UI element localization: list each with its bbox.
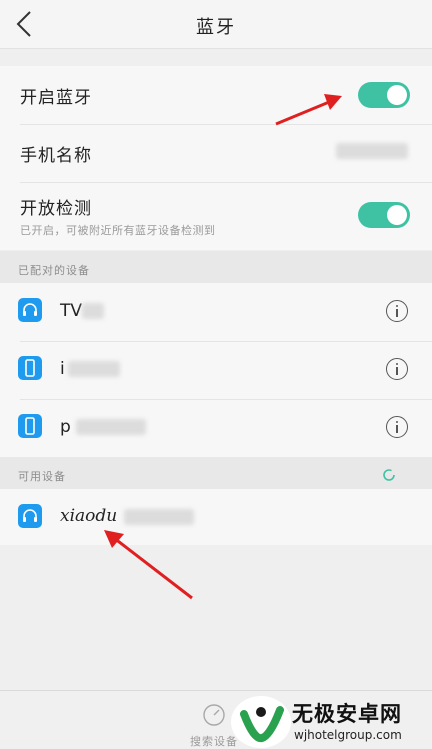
device-name-redacted (124, 509, 194, 525)
device-name: xiaodu (60, 506, 118, 526)
list-item[interactable]: i (0, 341, 432, 399)
open-detect-switch[interactable] (358, 202, 410, 228)
info-icon[interactable] (386, 300, 408, 322)
scanning-spinner-icon (383, 469, 395, 481)
headphones-icon (18, 504, 42, 528)
watermark-brand: 无极安卓网 (292, 702, 402, 726)
open-detect-label: 开放检测 (20, 199, 92, 219)
page-title: 蓝牙 (196, 17, 236, 38)
device-name-redacted (76, 419, 146, 435)
device-name: i (60, 359, 65, 379)
bluetooth-switch[interactable] (358, 82, 410, 108)
settings-section: 开启蓝牙 手机名称 开放检测 已开启，可被附近所有蓝牙设备检测到 (0, 66, 432, 250)
switch-knob (387, 85, 407, 105)
top-bar: 蓝牙 (0, 0, 432, 49)
phone-icon (18, 356, 42, 380)
paired-devices-header: 已配对的设备 (0, 251, 432, 287)
device-name: p (60, 417, 71, 437)
watermark-logo-icon (231, 696, 291, 748)
list-item[interactable]: p (0, 399, 432, 457)
bluetooth-label: 开启蓝牙 (20, 88, 92, 108)
bluetooth-toggle-row[interactable]: 开启蓝牙 (0, 66, 432, 124)
search-devices-icon[interactable] (202, 703, 226, 727)
open-detect-row[interactable]: 开放检测 已开启，可被附近所有蓝牙设备检测到 (0, 182, 432, 250)
device-name-redacted (68, 361, 120, 377)
available-devices-title: 可用设备 (18, 470, 66, 483)
watermark-url: wjhotelgroup.com (294, 728, 402, 742)
device-name-label: 手机名称 (20, 146, 92, 166)
info-icon[interactable] (386, 358, 408, 380)
list-item[interactable]: TV (0, 283, 432, 341)
watermark: 无极安卓网 wjhotelgroup.com (230, 692, 432, 748)
info-icon[interactable] (386, 416, 408, 438)
headphones-icon (18, 298, 42, 322)
phone-icon (18, 414, 42, 438)
device-name-value-redacted (336, 143, 408, 159)
open-detect-description: 已开启，可被附近所有蓝牙设备检测到 (20, 224, 216, 237)
available-devices-header: 可用设备 (0, 457, 432, 493)
paired-devices-title: 已配对的设备 (18, 264, 90, 277)
switch-knob (387, 205, 407, 225)
device-name-redacted (82, 303, 104, 319)
device-name-row[interactable]: 手机名称 (0, 124, 432, 182)
list-item[interactable]: xiaodu (0, 489, 432, 545)
device-name: TV (60, 301, 83, 321)
available-devices-list: xiaodu (0, 489, 432, 545)
paired-devices-list: TV i p (0, 283, 432, 457)
